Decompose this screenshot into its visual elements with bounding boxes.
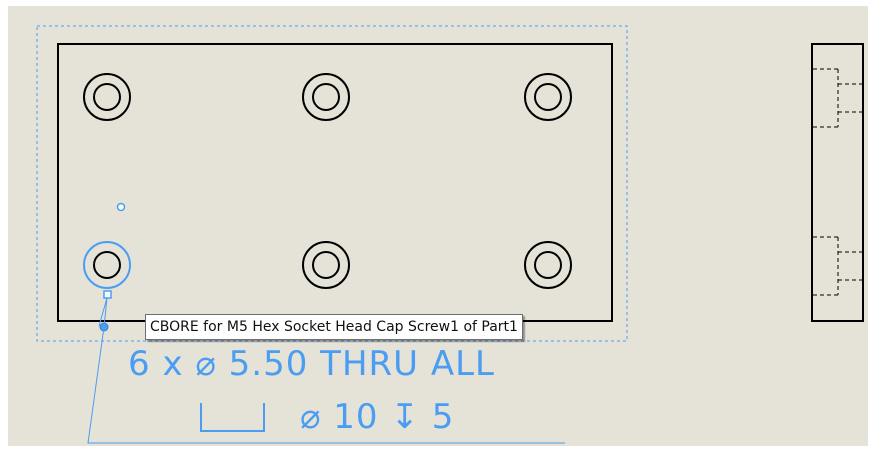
cbore-hole-bottom-right[interactable] bbox=[524, 241, 572, 289]
thru-hole-spec: 5.50 THRU ALL bbox=[228, 344, 495, 384]
view-selection-boundary[interactable] bbox=[36, 25, 628, 342]
cbore-hole-top-right[interactable] bbox=[524, 73, 572, 121]
side-view-hidden-lines-top bbox=[813, 68, 863, 128]
diameter-symbol-icon: ⌀ bbox=[195, 344, 217, 384]
hole-count: 6 x bbox=[128, 344, 184, 384]
grip-handle-icon[interactable] bbox=[103, 290, 112, 299]
counterbore-symbol-icon bbox=[200, 403, 265, 432]
sketch-point-marker[interactable] bbox=[116, 202, 126, 212]
cbore-hole-top-middle[interactable] bbox=[302, 73, 350, 121]
hole-callout-line2[interactable]: ⌀ 10 ↧ 5 bbox=[300, 397, 454, 437]
diameter-symbol-icon: ⌀ bbox=[300, 397, 322, 437]
cbore-hole-bottom-middle[interactable] bbox=[302, 241, 350, 289]
depth-symbol-icon: ↧ bbox=[390, 397, 420, 437]
hole-callout-line1[interactable]: 6 x ⌀ 5.50 THRU ALL bbox=[128, 344, 495, 384]
drawing-sheet[interactable]: 6 x ⌀ 5.50 THRU ALL ⌀ 10 ↧ 5 CBORE for M… bbox=[8, 6, 868, 446]
cbore-diameter: 10 bbox=[333, 397, 379, 437]
side-view-hidden-lines-bottom bbox=[813, 236, 863, 296]
hover-tooltip: CBORE for M5 Hex Socket Head Cap Screw1 … bbox=[145, 314, 523, 340]
cbore-hole-bottom-left-selected[interactable] bbox=[83, 241, 131, 289]
cbore-hole-top-left[interactable] bbox=[83, 73, 131, 121]
cbore-depth: 5 bbox=[431, 397, 455, 437]
